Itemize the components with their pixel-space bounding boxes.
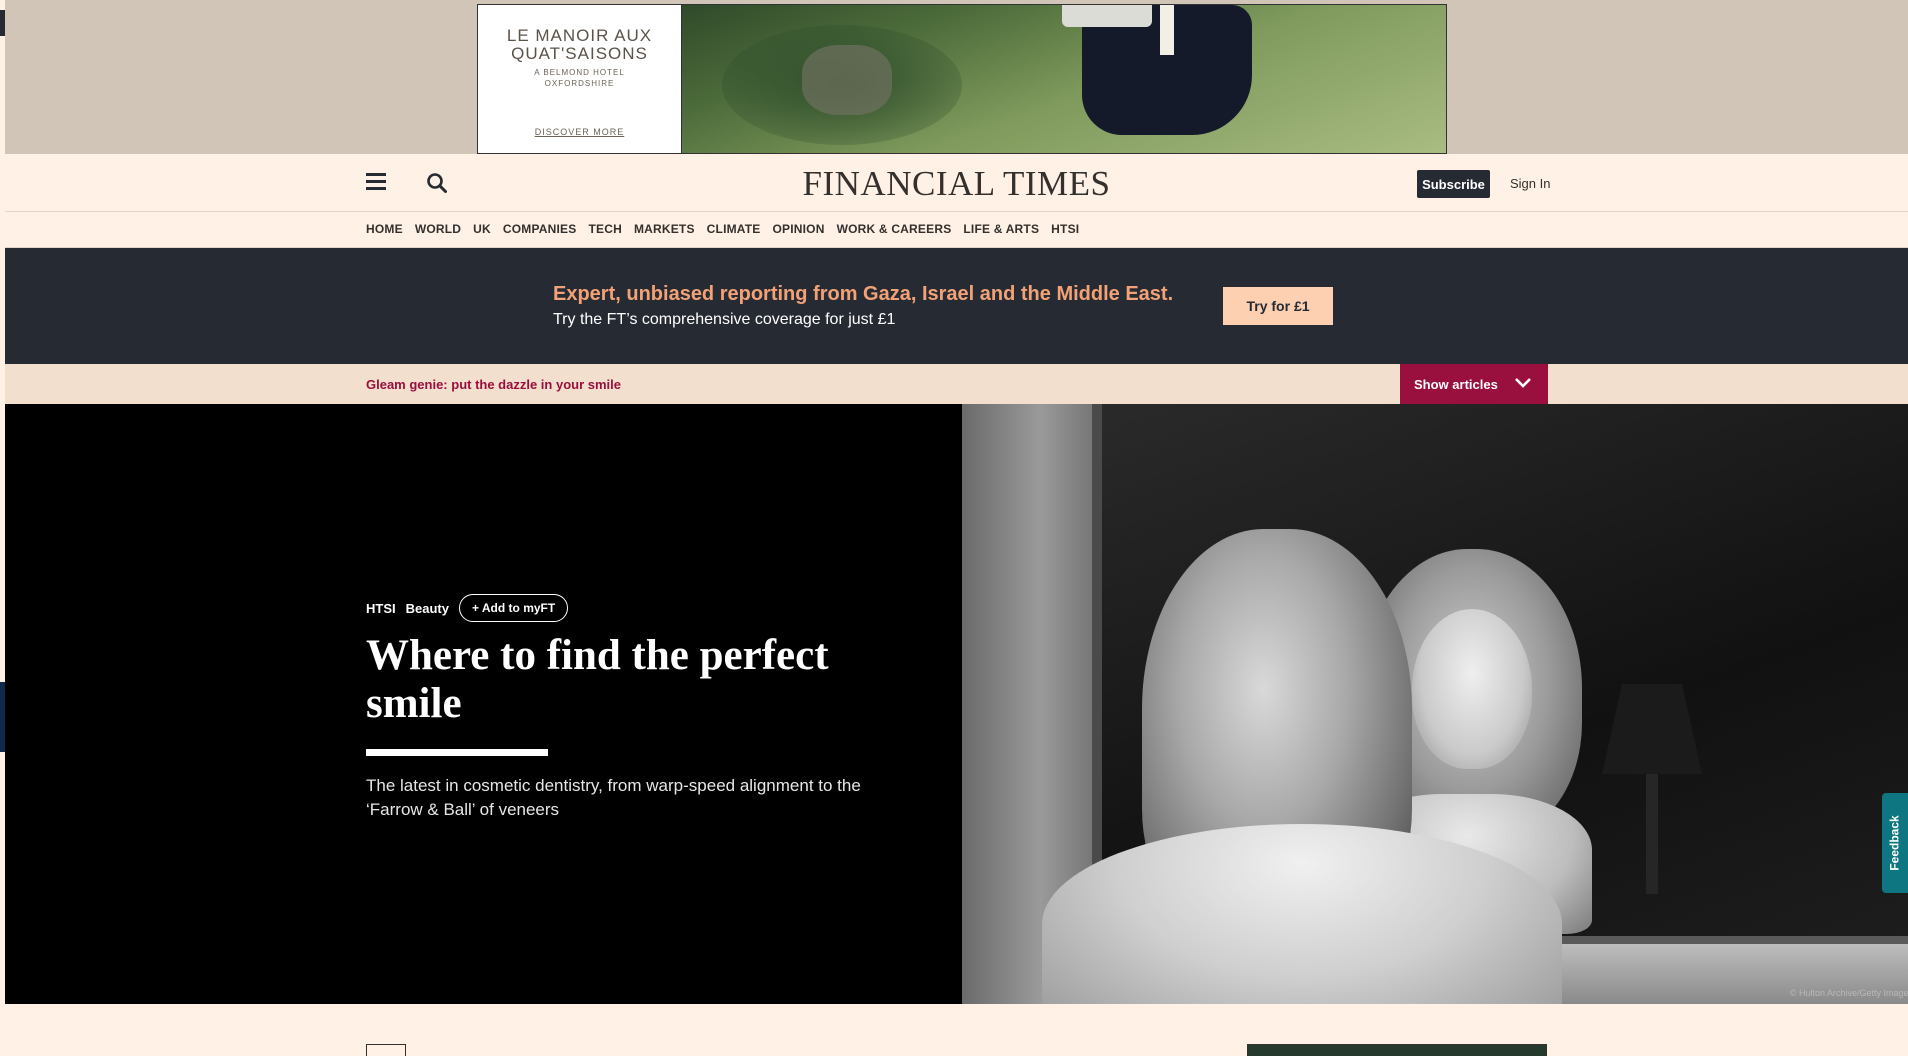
ad-discover-link[interactable]: DISCOVER MORE <box>535 127 625 137</box>
photo-reflection-face <box>1412 609 1532 769</box>
hero-tags: HTSI Beauty + Add to myFT <box>366 594 569 622</box>
feedback-label: Feedback <box>1888 815 1903 871</box>
add-to-myft-button[interactable]: + Add to myFT <box>458 594 569 622</box>
show-articles-button[interactable]: Show articles <box>1400 364 1548 404</box>
promo-subtitle: Try the FT’s comprehensive coverage for … <box>553 311 896 328</box>
chevron-down-icon <box>1515 378 1531 388</box>
hero-rule <box>366 749 548 756</box>
masthead-logo[interactable]: FINANCIAL TIMES <box>803 164 1111 203</box>
nav-item-opinion[interactable]: OPINION <box>773 222 825 236</box>
masthead-container: FINANCIAL TIMES <box>5 164 1908 204</box>
hero-standfirst: The latest in cosmetic dentistry, from w… <box>366 776 861 819</box>
ad-shirt <box>1160 5 1174 55</box>
nav-item-markets[interactable]: MARKETS <box>634 222 695 236</box>
ad-text-panel: LE MANOIR AUX QUAT'SAISONS A BELMOND HOT… <box>478 5 682 153</box>
series-title-link[interactable]: Gleam genie: put the dazzle in your smil… <box>366 377 621 392</box>
nav-item-companies[interactable]: COMPANIES <box>503 222 577 236</box>
ad-rock <box>802 45 892 115</box>
advertisement[interactable]: LE MANOIR AUX QUAT'SAISONS A BELMOND HOT… <box>477 4 1447 154</box>
image-credit: © Hulton Archive/Getty Images <box>1789 988 1908 998</box>
ad-tray <box>1062 5 1152 27</box>
ad-subtitle: A BELMOND HOTEL OXFORDSHIRE <box>534 68 625 88</box>
subscription-promo: Expert, unbiased reporting from Gaza, Is… <box>5 248 1908 364</box>
hero-headline[interactable]: Where to find the perfect smile <box>366 632 886 728</box>
nav-item-htsi[interactable]: HTSI <box>1051 222 1079 236</box>
site-header: FINANCIAL TIMES Subscribe Sign In <box>5 154 1908 212</box>
try-button[interactable]: Try for £1 <box>1223 287 1333 325</box>
nav-item-work-careers[interactable]: WORK & CAREERS <box>837 222 952 236</box>
ad-band: LE MANOIR AUX QUAT'SAISONS A BELMOND HOT… <box>5 0 1908 154</box>
nav-item-climate[interactable]: CLIMATE <box>707 222 761 236</box>
subscribe-button[interactable]: Subscribe <box>1417 170 1490 198</box>
nav-item-life-arts[interactable]: LIFE & ARTS <box>963 222 1039 236</box>
photo-lamp-base <box>1646 774 1658 894</box>
nav-item-tech[interactable]: TECH <box>588 222 621 236</box>
series-bar: Gleam genie: put the dazzle in your smil… <box>5 364 1908 404</box>
nav-item-world[interactable]: WORLD <box>415 222 461 236</box>
sign-in-link[interactable]: Sign In <box>1510 176 1550 191</box>
hamburger-icon[interactable] <box>366 173 388 191</box>
ad-brand: LE MANOIR AUX QUAT'SAISONS <box>506 26 653 63</box>
tag-htsi[interactable]: HTSI <box>366 601 396 616</box>
nav-item-home[interactable]: HOME <box>366 222 403 236</box>
hero-article: HTSI Beauty + Add to myFT Where to find … <box>5 404 1908 1004</box>
feedback-tab[interactable]: Feedback <box>1882 793 1908 893</box>
bottom-thumbnail[interactable] <box>1247 1044 1547 1056</box>
nav-item-uk[interactable]: UK <box>473 222 491 236</box>
content-below-fold <box>5 1004 1908 1056</box>
tag-beauty[interactable]: Beauty <box>406 601 449 616</box>
ad-image[interactable] <box>682 5 1446 153</box>
show-articles-label: Show articles <box>1414 376 1498 392</box>
hero-image[interactable]: © Hulton Archive/Getty Images <box>962 404 1908 1004</box>
main-nav: HOME WORLD UK COMPANIES TECH MARKETS CLI… <box>5 212 1908 248</box>
search-icon[interactable] <box>425 171 449 195</box>
bottom-card-outline <box>366 1044 406 1056</box>
promo-title: Expert, unbiased reporting from Gaza, Is… <box>553 283 1174 305</box>
